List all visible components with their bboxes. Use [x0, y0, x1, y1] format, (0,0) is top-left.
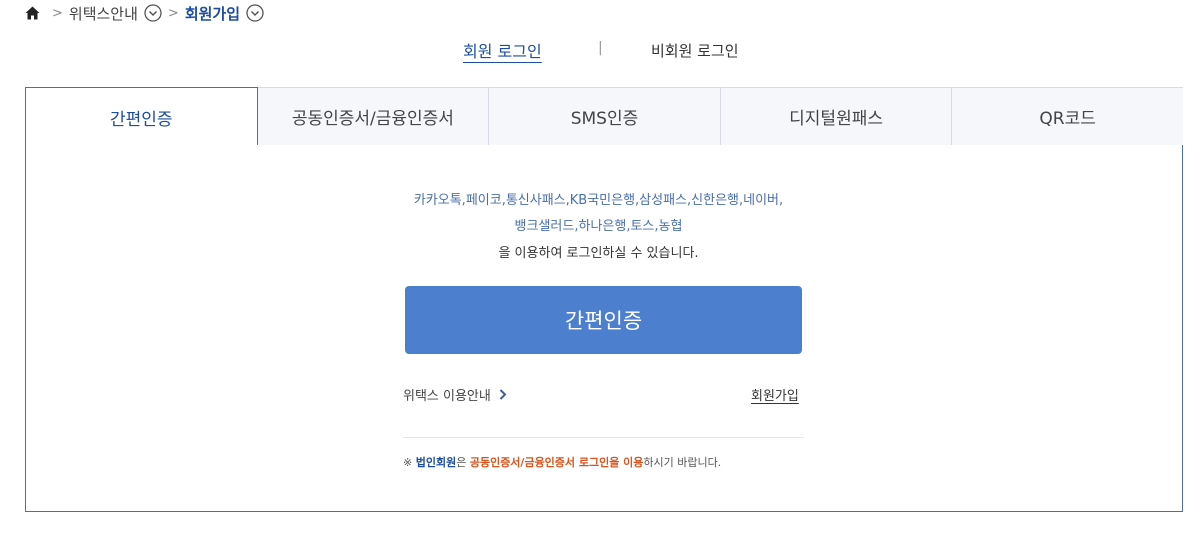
tab-digital-onepass[interactable]: 디지털원패스: [720, 87, 953, 146]
breadcrumb: > 위택스안내 > 회원가입: [24, 2, 264, 24]
divider: [403, 437, 804, 438]
witax-guide-link[interactable]: 위택스 이용안내: [403, 385, 507, 404]
provider-list-line2: 뱅크샐러드,하나은행,토스,농협: [514, 219, 683, 234]
auth-method-tabs: 간편인증 공동인증서/금융인증서 SMS인증 디지털원패스 QR코드: [25, 87, 1183, 146]
home-icon[interactable]: [24, 5, 40, 21]
signup-link[interactable]: 회원가입: [751, 385, 799, 404]
notice-text2: 하시기 바랍니다.: [643, 456, 722, 469]
chevron-right-icon: >: [52, 5, 63, 21]
chevron-right-icon: [499, 389, 507, 400]
chevron-down-icon[interactable]: [144, 4, 162, 22]
login-description: 을 이용하여 로그인하실 수 있습니다.: [498, 246, 699, 261]
tab-qr-code[interactable]: QR코드: [952, 87, 1183, 146]
tab-simple-auth[interactable]: 간편인증: [25, 87, 258, 146]
tab-certificate[interactable]: 공동인증서/금융인증서: [257, 87, 490, 146]
guest-login-link[interactable]: 비회원 로그인: [651, 40, 739, 61]
guide-link-label: 위택스 이용안내: [403, 389, 491, 404]
notice-corporate-member: 법인회원: [415, 456, 457, 469]
breadcrumb-item-witax-guide[interactable]: 위택스안내: [69, 3, 138, 24]
corporate-notice: ※ 법인회원은 공동인증서/금융인증서 로그인을 이용하시기 바랍니다.: [403, 454, 721, 470]
notice-cert-login: 공동인증서/금융인증서 로그인을 이용: [469, 456, 644, 469]
chevron-down-icon[interactable]: [246, 4, 264, 22]
login-type-switch: 회원 로그인 | 비회원 로그인: [0, 38, 1197, 68]
tab-sms[interactable]: SMS인증: [489, 87, 721, 146]
switch-divider: |: [598, 40, 603, 56]
breadcrumb-item-signup[interactable]: 회원가입: [185, 3, 240, 24]
notice-text1: 은: [456, 456, 470, 469]
provider-list-line1: 카카오톡,페이코,통신사패스,KB국민은행,삼성패스,신한은행,네이버,: [413, 193, 784, 208]
notice-prefix: ※: [403, 456, 416, 469]
chevron-right-icon: >: [167, 5, 179, 21]
simple-auth-button[interactable]: 간편인증: [405, 286, 802, 354]
member-login-link[interactable]: 회원 로그인: [463, 38, 542, 62]
